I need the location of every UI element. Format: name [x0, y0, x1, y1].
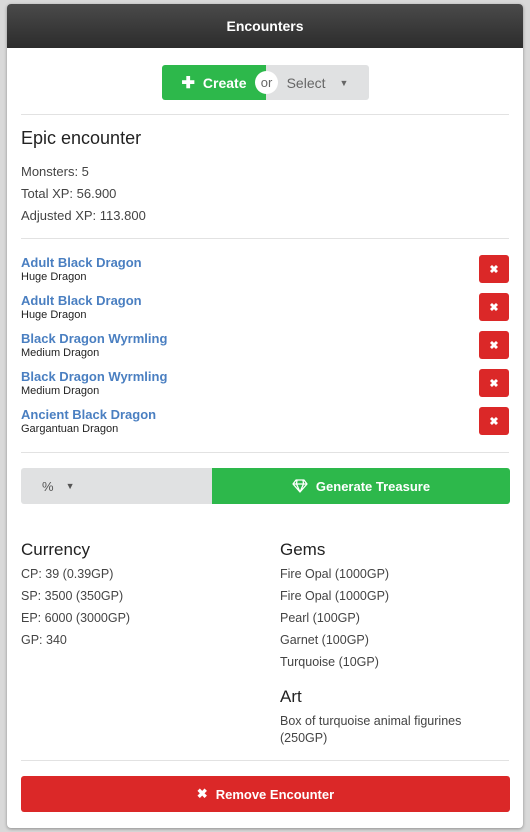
currency-item: CP: 39 (0.39GP) — [21, 567, 114, 581]
total-xp: Total XP: 56.900 — [21, 186, 117, 201]
gem-item: Pearl (100GP) — [280, 611, 360, 625]
create-select-group: ✚ Create Select ▼ or — [162, 65, 369, 100]
currency-item: SP: 3500 (350GP) — [21, 589, 124, 603]
currency-item: EP: 6000 (3000GP) — [21, 611, 131, 625]
select-dropdown[interactable]: Select ▼ — [266, 65, 369, 100]
close-icon: ✖ — [489, 377, 499, 390]
monster-name-link[interactable]: Black Dragon Wyrmling — [21, 369, 167, 384]
encounters-panel: Encounters ✚ Create Select ▼ or Epic enc… — [7, 4, 523, 828]
monster-type: Medium Dragon — [21, 347, 100, 359]
select-label: Select — [286, 74, 326, 91]
close-icon: ✖ — [489, 415, 499, 428]
or-separator: or — [255, 71, 278, 94]
gem-item: Fire Opal (1000GP) — [280, 589, 390, 603]
monster-row: Adult Black Dragon Huge Dragon ✖ — [21, 255, 509, 287]
delete-monster-button[interactable]: ✖ — [479, 331, 509, 359]
delete-monster-button[interactable]: ✖ — [479, 293, 509, 321]
art-heading: Art — [280, 687, 302, 706]
remove-encounter-button[interactable]: ✖ Remove Encounter — [21, 776, 510, 812]
close-icon: ✖ — [489, 301, 499, 314]
delete-monster-button[interactable]: ✖ — [479, 369, 509, 397]
percent-dropdown[interactable]: % ▼ — [21, 468, 212, 504]
monster-row: Ancient Black Dragon Gargantuan Dragon ✖ — [21, 407, 509, 439]
create-button[interactable]: ✚ Create — [162, 65, 266, 100]
remove-encounter-label: Remove Encounter — [215, 786, 335, 802]
close-icon: ✖ — [489, 339, 499, 352]
plus-icon: ✚ — [181, 74, 195, 92]
monster-name-link[interactable]: Ancient Black Dragon — [21, 407, 156, 422]
monster-name-link[interactable]: Adult Black Dragon — [21, 293, 142, 308]
monster-type: Gargantuan Dragon — [21, 423, 119, 435]
monster-row: Black Dragon Wyrmling Medium Dragon ✖ — [21, 331, 509, 363]
monster-type: Medium Dragon — [21, 385, 100, 397]
generate-treasure-label: Generate Treasure — [315, 478, 431, 494]
monster-row: Black Dragon Wyrmling Medium Dragon ✖ — [21, 369, 509, 401]
caret-down-icon: ▼ — [65, 481, 75, 491]
currency-item: GP: 340 — [21, 633, 67, 647]
divider — [21, 114, 509, 115]
delete-monster-button[interactable]: ✖ — [479, 407, 509, 435]
monsters-count: Monsters: 5 — [21, 164, 89, 179]
panel-header: Encounters — [7, 4, 523, 48]
divider — [21, 452, 509, 453]
diamond-icon — [292, 479, 308, 493]
create-label: Create — [202, 74, 247, 91]
monster-type: Huge Dragon — [21, 309, 87, 321]
divider — [21, 238, 509, 239]
adjusted-xp: Adjusted XP: 113.800 — [21, 208, 146, 223]
close-icon: ✖ — [489, 263, 499, 276]
gems-heading: Gems — [280, 540, 326, 559]
caret-down-icon: ▼ — [339, 77, 349, 88]
gem-item: Fire Opal (1000GP) — [280, 567, 390, 581]
header-title: Encounters — [226, 18, 304, 34]
monster-row: Adult Black Dragon Huge Dragon ✖ — [21, 293, 509, 325]
monster-type: Huge Dragon — [21, 271, 87, 283]
delete-monster-button[interactable]: ✖ — [479, 255, 509, 283]
close-icon: ✖ — [196, 786, 208, 801]
monster-name-link[interactable]: Adult Black Dragon — [21, 255, 142, 270]
monster-name-link[interactable]: Black Dragon Wyrmling — [21, 331, 167, 346]
gem-item: Turquoise (10GP) — [280, 655, 379, 669]
encounter-title: Epic encounter — [21, 128, 142, 148]
art-item: Box of turquoise animal figurines (250GP… — [280, 714, 462, 745]
percent-label: % — [42, 478, 54, 494]
divider — [21, 760, 509, 761]
currency-heading: Currency — [21, 540, 90, 559]
gem-item: Garnet (100GP) — [280, 633, 369, 647]
treasure-controls: % ▼ Generate Treasure — [21, 468, 510, 504]
generate-treasure-button[interactable]: Generate Treasure — [212, 468, 510, 504]
